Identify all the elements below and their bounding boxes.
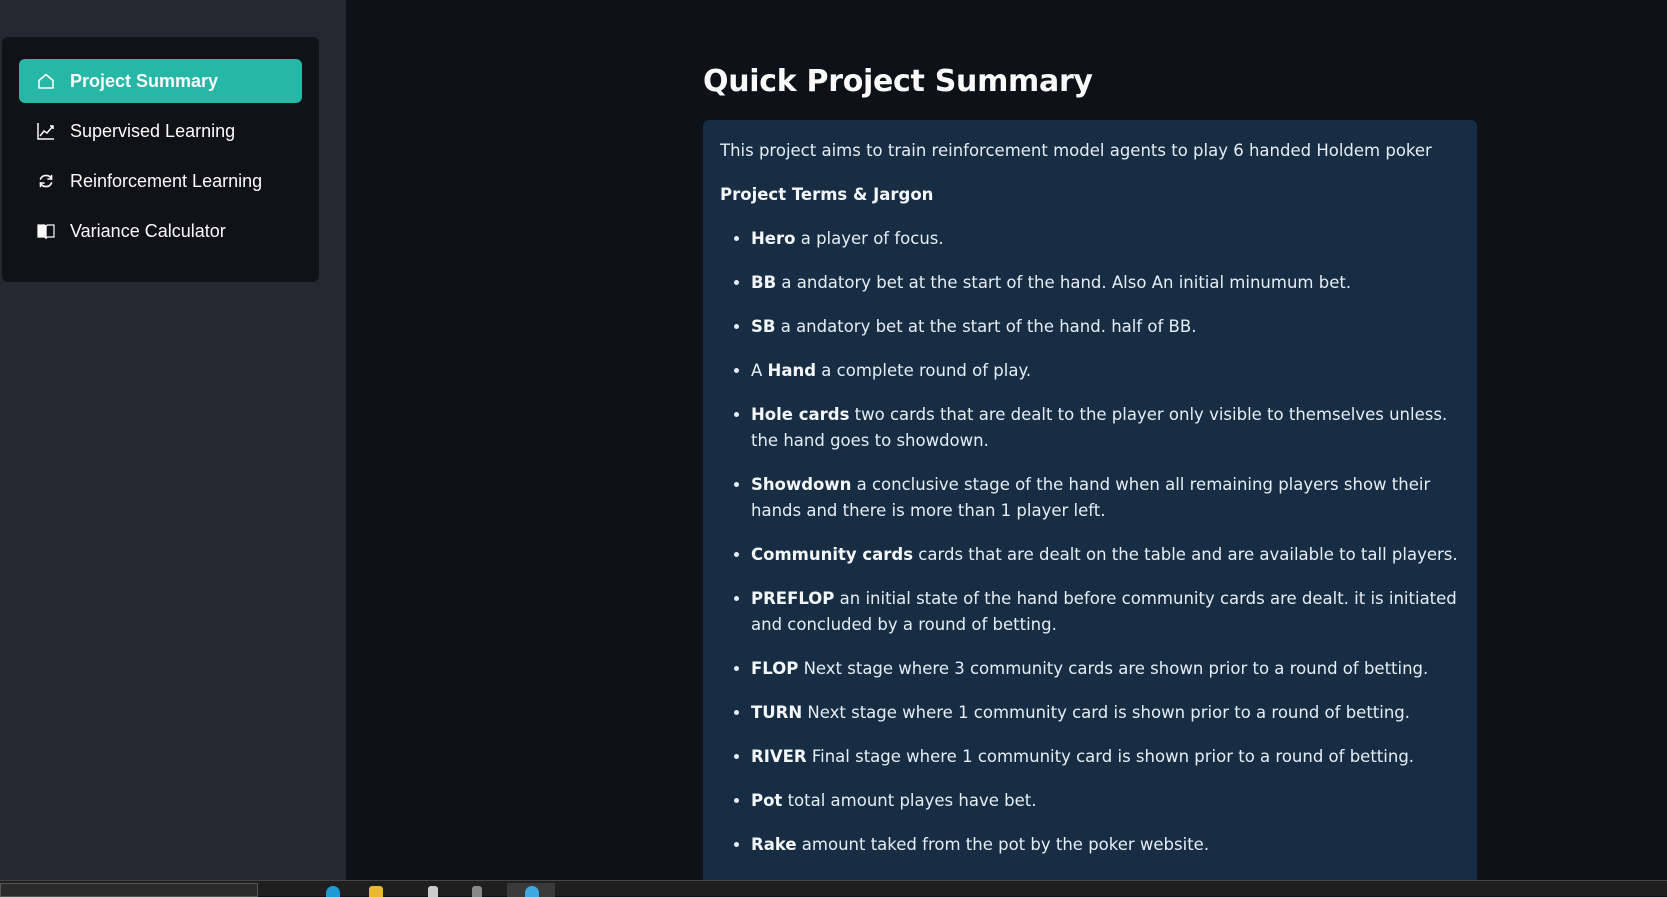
page-title: Quick Project Summary: [703, 64, 1093, 99]
term-item: Showdown a conclusive stage of the hand …: [751, 472, 1459, 524]
taskbar-search-box[interactable]: [0, 883, 258, 897]
term-item: PREFLOP an initial state of the hand bef…: [751, 586, 1459, 638]
term-item: FLOP Next stage where 3 community cards …: [751, 656, 1459, 682]
folder-icon[interactable]: [369, 886, 383, 897]
refresh-icon: [36, 171, 56, 191]
nav-item-project-summary[interactable]: Project Summary: [19, 59, 302, 103]
nav-item-label: Reinforcement Learning: [70, 170, 263, 191]
term-item: TURN Next stage where 1 community card i…: [751, 700, 1459, 726]
house-icon: [36, 71, 56, 91]
book-icon: [36, 221, 56, 241]
nav-item-reinforcement-learning[interactable]: Reinforcement Learning: [19, 159, 302, 203]
term-item: Community cards cards that are dealt on …: [751, 542, 1459, 568]
app-icon[interactable]: [472, 886, 482, 897]
sidebar: Project Summary Supervised Learning Rein…: [0, 0, 346, 880]
nav-item-label: Project Summary: [70, 70, 219, 91]
nav-item-supervised-learning[interactable]: Supervised Learning: [19, 109, 302, 153]
term-item: Hero a player of focus.: [751, 226, 1459, 252]
taskbar-active-app[interactable]: [507, 883, 555, 897]
nav-item-variance-calculator[interactable]: Variance Calculator: [19, 209, 302, 253]
terms-heading: Project Terms & Jargon: [720, 185, 934, 204]
term-item: A Hand a complete round of play.: [751, 358, 1459, 384]
term-item: RIVER Final stage where 1 community card…: [751, 744, 1459, 770]
terminal-icon[interactable]: [428, 886, 438, 897]
browser-active-icon: [525, 886, 539, 897]
browser-icon[interactable]: [326, 886, 340, 897]
navigation-menu: Project Summary Supervised Learning Rein…: [2, 37, 319, 282]
main-content: Quick Project Summary This project aims …: [346, 0, 1667, 890]
taskbar: [0, 880, 1667, 897]
nav-item-label: Variance Calculator: [70, 220, 226, 241]
term-item: Pot total amount playes have bet.: [751, 788, 1459, 814]
terms-list: Hero a player of focus. BB a andatory be…: [720, 226, 1459, 858]
nav-item-label: Supervised Learning: [70, 120, 236, 141]
chart-line-icon: [36, 121, 56, 141]
term-item: Rake amount taked from the pot by the po…: [751, 832, 1459, 858]
term-item: BB a andatory bet at the start of the ha…: [751, 270, 1459, 296]
term-item: Hole cards two cards that are dealt to t…: [751, 402, 1459, 454]
intro-text: This project aims to train reinforcement…: [720, 141, 1432, 160]
info-box: This project aims to train reinforcement…: [703, 120, 1477, 890]
term-item: SB a andatory bet at the start of the ha…: [751, 314, 1459, 340]
